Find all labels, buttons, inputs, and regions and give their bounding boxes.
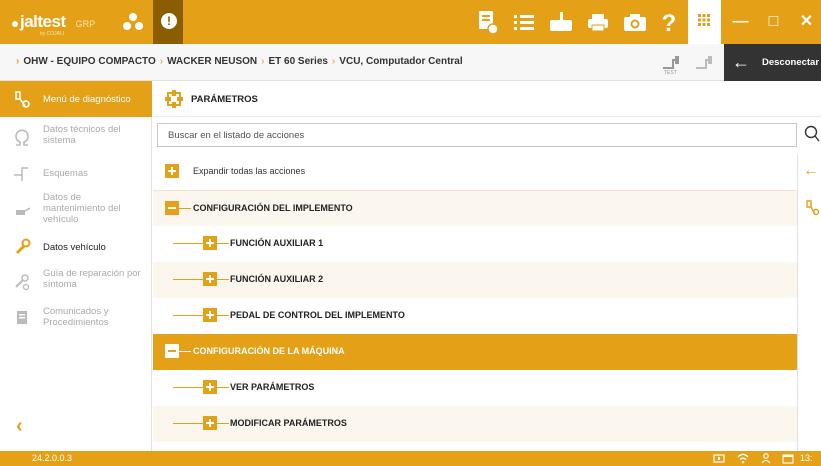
sidebar-item-label: Esquemas [43, 168, 88, 179]
apps-button[interactable] [688, 0, 721, 44]
alert-icon: ! [161, 13, 177, 29]
wifi-icon [737, 453, 749, 464]
camera-icon[interactable] [622, 8, 648, 36]
plus-icon [203, 308, 217, 322]
sidebar-item-diagnosis-menu[interactable]: Menú de diagnóstico [0, 81, 152, 117]
tree-row-label: Expandir todas las acciones [193, 166, 306, 176]
tree-item-aux-function-1[interactable]: FUNCIÓN AUXILIAR 1 [153, 226, 797, 262]
breadcrumb-item[interactable]: ET 60 Series [268, 56, 327, 67]
sidebar-item-label: Datos vehículo [43, 242, 106, 253]
tree-row-label: PEDAL DE CONTROL DEL IMPLEMENTO [230, 310, 405, 320]
diagnosis-icon [15, 91, 30, 108]
top-bar: jaltest GRP by COJALI ! ? — □ ✕ [0, 0, 821, 44]
tree-item-aux-function-2[interactable]: FUNCIÓN AUXILIAR 2 [153, 262, 797, 298]
tree-row-label: CONFIGURACIÓN DEL IMPLEMENTO [193, 203, 353, 213]
grid-icon [698, 14, 710, 26]
tree-item-view-parameters[interactable]: VER PARÁMETROS [153, 370, 797, 406]
sidebar-item-system-tech-data[interactable]: Datos técnicos del sistema [0, 121, 152, 155]
printer-icon[interactable] [585, 8, 611, 36]
plus-icon [203, 416, 217, 430]
breadcrumb-bar: › OHW - EQUIPO COMPACTO › WACKER NEUSON › ET … [0, 44, 821, 81]
right-rail: ← [797, 154, 821, 451]
sidebar: Menú de diagnóstico Datos técnicos del s… [0, 81, 152, 451]
panel-header: PARÁMETROS [153, 81, 821, 117]
plus-icon [203, 236, 217, 250]
diagnosis-icon[interactable] [805, 200, 819, 216]
status-bar: 24.2.0.0.3 13: [0, 451, 821, 466]
user-icon [761, 453, 771, 464]
test-label: TEST [664, 70, 677, 76]
close-button[interactable]: ✕ [790, 0, 821, 44]
tree-item-modify-parameters[interactable]: MODIFICAR PARÁMETROS [153, 406, 797, 442]
back-chevron-icon[interactable]: ‹ [16, 415, 23, 438]
tree-group-implement-config[interactable]: CONFIGURACIÓN DEL IMPLEMENTO [153, 190, 797, 226]
parameters-icon [165, 90, 183, 108]
sidebar-item-label: Datos de mantenimiento del vehículo [43, 192, 121, 225]
plus-icon [203, 272, 217, 286]
tree-row-label: FUNCIÓN AUXILIAR 1 [230, 238, 324, 248]
breadcrumb-separator: › [16, 56, 20, 67]
battery-icon [713, 454, 725, 463]
help-icon[interactable]: ? [656, 8, 682, 36]
calendar-icon [782, 454, 794, 464]
tree-row-label: CONFIGURACIÓN DE LA MÁQUINA [193, 346, 345, 356]
sidebar-item-label: Guía de reparación por síntoma [43, 268, 141, 290]
tree-row-expand-all[interactable]: Expandir todas las acciones [153, 154, 797, 190]
version-label: 24.2.0.0.3 [32, 453, 73, 463]
connector-icon[interactable] [694, 52, 714, 72]
wrench-icon [15, 238, 31, 255]
report-icon[interactable] [474, 8, 500, 36]
page-title: PARÁMETROS [191, 94, 258, 105]
plus-icon [165, 164, 179, 178]
sidebar-item-repair-guide[interactable]: Guía de reparación por síntoma [0, 265, 152, 299]
breadcrumb: › OHW - EQUIPO COMPACTO › WACKER NEUSON › ET … [16, 56, 463, 67]
brand-tagline: by COJALI [40, 31, 65, 37]
breadcrumb-separator: › [331, 56, 336, 67]
svg-text:?: ? [662, 10, 677, 36]
alert-button[interactable]: ! [153, 0, 183, 44]
minimize-button[interactable]: — [724, 0, 757, 44]
sidebar-item-label: Comunicados y Procedimientos [43, 306, 109, 328]
sidebar-item-schematics[interactable]: Esquemas [0, 161, 152, 189]
search-icon[interactable] [804, 125, 820, 143]
tree-group-machine-config[interactable]: CONFIGURACIÓN DE LA MÁQUINA [153, 334, 797, 370]
omega-icon [15, 129, 29, 146]
oil-can-icon [16, 207, 31, 215]
sidebar-item-maintenance-data[interactable]: Datos de mantenimiento del vehículo [0, 189, 152, 233]
minus-icon [165, 201, 179, 215]
breadcrumb-item[interactable]: OHW - EQUIPO COMPACTO [23, 56, 155, 67]
tree-row-label: VER PARÁMETROS [230, 382, 315, 392]
group-icon [123, 13, 143, 30]
disconnect-label: Desconectar [762, 57, 820, 68]
actions-tree: Expandir todas las acciones CONFIGURACIÓ… [153, 154, 797, 446]
sidebar-item-label: Menú de diagnóstico [43, 94, 131, 105]
arrow-left-icon[interactable]: ← [803, 162, 819, 180]
tree-item-implement-pedal[interactable]: PEDAL DE CONTROL DEL IMPLEMENTO [153, 298, 797, 334]
tree-row-label: MODIFICAR PARÁMETROS [230, 418, 347, 428]
sidebar-item-vehicle-data[interactable]: Datos vehículo [0, 233, 152, 261]
sidebar-item-bulletins[interactable]: Comunicados y Procedimientos [0, 303, 152, 337]
breadcrumb-item[interactable]: VCU, Computador Central [339, 56, 462, 67]
breadcrumb-separator: › [159, 56, 164, 67]
maximize-button[interactable]: □ [757, 0, 790, 44]
list-icon[interactable] [511, 8, 537, 36]
plus-icon [203, 380, 217, 394]
breadcrumb-item[interactable]: WACKER NEUSON [167, 56, 257, 67]
breadcrumb-separator: › [261, 56, 265, 67]
search-input[interactable] [157, 123, 797, 147]
clock: 13: [800, 453, 813, 463]
brand-grp: GRP [75, 19, 96, 29]
document-icon [17, 311, 27, 324]
jaltest-logo: jaltest GRP [12, 12, 95, 32]
sidebar-item-label: Datos técnicos del sistema [43, 124, 121, 146]
tree-row-label: FUNCIÓN AUXILIAR 2 [230, 274, 324, 284]
disconnect-button[interactable]: ← Desconectar [724, 44, 821, 81]
arrow-left-icon: ← [732, 52, 750, 72]
repair-guide-icon [15, 274, 30, 291]
minus-icon [165, 344, 179, 358]
brand-name: jaltest [20, 12, 66, 31]
schematic-icon [14, 167, 28, 181]
keyboard-icon[interactable] [548, 8, 574, 36]
